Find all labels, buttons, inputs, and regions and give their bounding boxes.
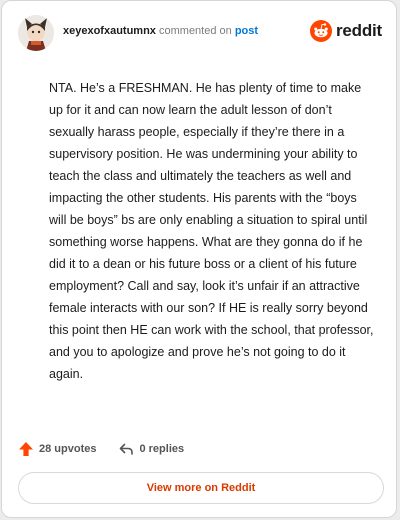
comment-header: xeyexofxautumnx commented on post reddit bbox=[2, 1, 396, 67]
upvote-count: 28 upvotes bbox=[39, 443, 97, 455]
upvote-arrow-icon bbox=[19, 442, 33, 456]
comment-body: NTA. He’s a FRESHMAN. He has plenty of t… bbox=[49, 81, 374, 381]
action-text: commented on bbox=[159, 25, 232, 37]
reply-count: 0 replies bbox=[139, 443, 185, 455]
post-link[interactable]: post bbox=[235, 25, 258, 37]
avatar-image bbox=[18, 15, 54, 51]
comment-embed-card: xeyexofxautumnx commented on post reddit… bbox=[1, 0, 397, 518]
reply-button[interactable]: 0 replies bbox=[118, 441, 184, 457]
view-more-button[interactable]: View more on Reddit bbox=[18, 472, 384, 504]
reply-arrow-icon bbox=[120, 443, 134, 455]
reddit-wordmark: reddit bbox=[335, 21, 382, 40]
reddit-snoo-icon bbox=[309, 20, 332, 42]
comment-stats: 28 upvotes 0 replies bbox=[18, 439, 184, 459]
upvote-button[interactable]: 28 upvotes bbox=[18, 441, 96, 457]
avatar[interactable] bbox=[18, 15, 54, 51]
reddit-brand[interactable]: reddit bbox=[309, 20, 382, 42]
username-link[interactable]: xeyexofxautumnx bbox=[63, 25, 156, 37]
comment-meta: xeyexofxautumnx commented on post bbox=[63, 25, 258, 37]
